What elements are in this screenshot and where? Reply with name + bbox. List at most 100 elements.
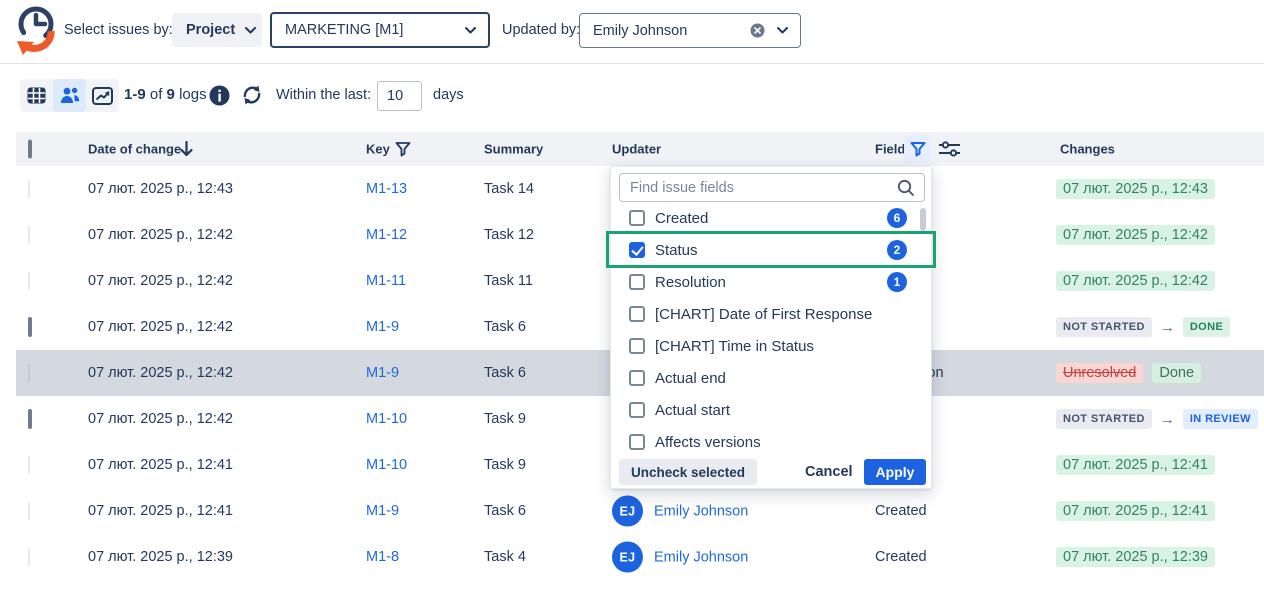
logs-total: 9 bbox=[167, 86, 175, 103]
issue-key-link[interactable]: M1-9 bbox=[366, 503, 399, 519]
issue-key-link[interactable]: M1-9 bbox=[366, 319, 399, 335]
select-issues-by-label: Select issues by: bbox=[64, 22, 173, 38]
row-date: 07 лют. 2025 р., 12:43 bbox=[88, 181, 233, 197]
option-checkbox[interactable] bbox=[629, 242, 645, 258]
field-option-created[interactable]: Created 6 bbox=[611, 202, 931, 234]
row-checkbox bbox=[28, 456, 30, 474]
option-checkbox[interactable] bbox=[629, 434, 645, 450]
row-summary: Task 12 bbox=[484, 227, 534, 243]
popup-scrollbar[interactable] bbox=[920, 208, 926, 231]
status-from-badge: NOT STARTED bbox=[1056, 409, 1152, 429]
clear-icon[interactable] bbox=[750, 23, 765, 38]
refresh-icon[interactable] bbox=[240, 83, 264, 107]
column-settings-icon[interactable] bbox=[938, 141, 961, 158]
issue-key-link[interactable]: M1-8 bbox=[366, 549, 399, 565]
scope-dropdown-value: Project bbox=[186, 22, 235, 38]
field-option-actual-end[interactable]: Actual end bbox=[611, 362, 931, 394]
issue-key-link[interactable]: M1-12 bbox=[366, 227, 407, 243]
option-label: Resolution bbox=[655, 274, 726, 291]
issue-key-link[interactable]: M1-11 bbox=[366, 273, 406, 289]
field-option-affects-versions[interactable]: Affects versions bbox=[611, 426, 931, 458]
row-summary: Task 6 bbox=[484, 503, 526, 519]
updated-by-dropdown-value: Emily Johnson bbox=[593, 23, 750, 39]
issue-key-link[interactable]: M1-10 bbox=[366, 411, 407, 427]
updater-name-link[interactable]: Emily Johnson bbox=[654, 549, 748, 565]
sort-desc-icon[interactable] bbox=[179, 141, 194, 157]
option-label: Status bbox=[655, 242, 698, 259]
status-from-badge: NOT STARTED bbox=[1056, 317, 1152, 337]
within-days-input[interactable] bbox=[377, 81, 422, 111]
field-search-input[interactable] bbox=[619, 173, 925, 202]
option-checkbox[interactable] bbox=[629, 274, 645, 290]
row-checkbox bbox=[28, 226, 30, 244]
project-dropdown-value: MARKETING [M1] bbox=[285, 22, 465, 38]
field-filter-popup: Created 6 Status 2 Resolution 1 [CHART] … bbox=[610, 166, 932, 489]
field-option-status[interactable]: Status 2 bbox=[611, 234, 931, 266]
arrow-right-icon: → bbox=[1160, 319, 1175, 336]
row-summary: Task 4 bbox=[484, 549, 526, 565]
chart-view-icon[interactable] bbox=[86, 79, 119, 112]
field-option-actual-start[interactable]: Actual start bbox=[611, 394, 931, 426]
change-timestamp: 07 лют. 2025 р., 12:41 bbox=[1056, 455, 1215, 475]
row-summary: Task 6 bbox=[484, 365, 526, 381]
row-date: 07 лют. 2025 р., 12:42 bbox=[88, 365, 233, 381]
row-checkbox[interactable] bbox=[28, 409, 32, 429]
field-option-chart-date-first-response[interactable]: [CHART] Date of First Response bbox=[611, 298, 931, 330]
issue-key-link[interactable]: M1-10 bbox=[366, 457, 407, 473]
row-date: 07 лют. 2025 р., 12:41 bbox=[88, 457, 233, 473]
change-timestamp: 07 лют. 2025 р., 12:42 bbox=[1056, 271, 1215, 291]
row-checkbox[interactable] bbox=[28, 317, 32, 337]
search-icon bbox=[897, 179, 915, 197]
grid-view-icon[interactable] bbox=[20, 79, 53, 112]
option-label: Actual start bbox=[655, 402, 730, 419]
apply-button[interactable]: Apply bbox=[864, 459, 926, 485]
column-header-date[interactable]: Date of change bbox=[88, 142, 181, 157]
within-last-label: Within the last: bbox=[276, 87, 371, 103]
column-header-summary: Summary bbox=[484, 142, 543, 157]
topbar-divider bbox=[0, 63, 1264, 64]
table-row: 07 лют. 2025 р., 12:41 M1-9 Task 6 EJ Em… bbox=[16, 488, 1264, 534]
row-field: Created bbox=[875, 549, 927, 565]
view-switcher bbox=[20, 79, 119, 112]
column-header-changes: Changes bbox=[1060, 142, 1115, 157]
filter-icon[interactable] bbox=[395, 142, 411, 157]
resolution-added-value: Done bbox=[1152, 363, 1201, 383]
issue-key-link[interactable]: M1-13 bbox=[366, 181, 407, 197]
avatar: EJ bbox=[612, 542, 643, 573]
field-option-chart-time-in-status[interactable]: [CHART] Time in Status bbox=[611, 330, 931, 362]
option-checkbox[interactable] bbox=[629, 306, 645, 322]
option-count-badge: 2 bbox=[887, 240, 907, 260]
history-clock-logo bbox=[10, 3, 60, 57]
row-checkbox bbox=[28, 548, 30, 566]
row-date: 07 лют. 2025 р., 12:42 bbox=[88, 227, 233, 243]
row-field: Created bbox=[875, 503, 927, 519]
field-option-resolution[interactable]: Resolution 1 bbox=[611, 266, 931, 298]
issue-key-link[interactable]: M1-9 bbox=[366, 365, 399, 381]
select-all-checkbox[interactable] bbox=[28, 140, 32, 159]
row-summary: Task 9 bbox=[484, 411, 526, 427]
scope-dropdown[interactable]: Project bbox=[172, 13, 262, 47]
updater-name-link[interactable]: Emily Johnson bbox=[654, 503, 748, 519]
row-checkbox bbox=[28, 364, 30, 382]
change-timestamp: 07 лют. 2025 р., 12:39 bbox=[1056, 547, 1215, 567]
uncheck-selected-button[interactable]: Uncheck selected bbox=[619, 459, 757, 485]
info-icon[interactable] bbox=[209, 85, 230, 106]
row-date: 07 лют. 2025 р., 12:42 bbox=[88, 319, 233, 335]
table-row: 07 лют. 2025 р., 12:39 M1-8 Task 4 EJ Em… bbox=[16, 534, 1264, 580]
option-checkbox[interactable] bbox=[629, 402, 645, 418]
logs-of: of bbox=[150, 86, 163, 103]
row-checkbox bbox=[28, 272, 30, 290]
option-label: Actual end bbox=[655, 370, 726, 387]
project-dropdown[interactable]: MARKETING [M1] bbox=[270, 12, 490, 48]
people-view-icon[interactable] bbox=[53, 79, 86, 112]
cancel-button[interactable]: Cancel bbox=[797, 459, 861, 485]
row-checkbox bbox=[28, 180, 30, 198]
option-label: [CHART] Time in Status bbox=[655, 338, 814, 355]
filter-active-icon[interactable] bbox=[904, 136, 931, 163]
option-checkbox[interactable] bbox=[629, 370, 645, 386]
issue-history-app: Select issues by: Project MARKETING [M1]… bbox=[0, 0, 1264, 591]
option-checkbox[interactable] bbox=[629, 210, 645, 226]
option-label: Affects versions bbox=[655, 434, 761, 451]
option-checkbox[interactable] bbox=[629, 338, 645, 354]
updated-by-dropdown[interactable]: Emily Johnson bbox=[579, 13, 801, 48]
